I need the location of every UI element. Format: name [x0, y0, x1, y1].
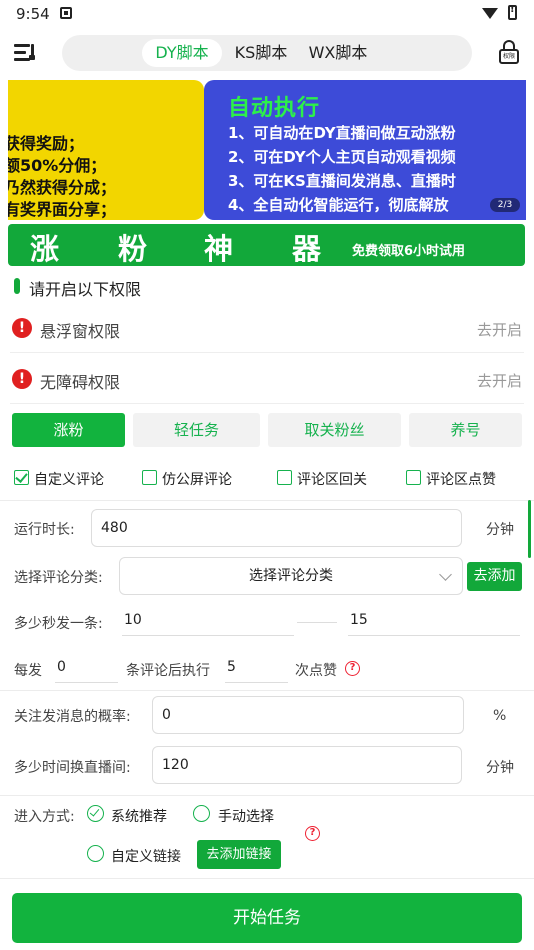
enable-accessibility-link[interactable]: 去开启: [477, 370, 522, 391]
tab-wx-script[interactable]: WX脚本: [298, 39, 378, 67]
radio-label: 手动选择: [218, 809, 274, 825]
follow-probability-input[interactable]: 0: [152, 696, 464, 734]
divider: [0, 878, 534, 879]
runtime-input[interactable]: 480: [91, 509, 462, 547]
mode-tab-unfollow[interactable]: 取关粉丝: [268, 413, 401, 447]
tab-ks-script[interactable]: KS脚本: [224, 39, 298, 67]
tab-dy-script[interactable]: DY脚本: [142, 39, 222, 67]
checkbox-label: 评论区回关: [297, 472, 367, 488]
free-trial-note: 免费领取6小时试用: [352, 244, 466, 259]
switch-room-unit: 分钟: [486, 760, 514, 776]
banner-page-indicator: 2/3: [490, 198, 520, 212]
radio-manual-select[interactable]: [193, 805, 210, 822]
banner-left-panel: 获得奖励； 额50%分佣； 乃然获得分成； 有奖界面分享；: [8, 80, 204, 220]
every-count-input[interactable]: 0: [55, 655, 118, 683]
banner-line: 1、可自动在DY直播间做互动涨粉: [228, 124, 456, 142]
radio-label: 自定义链接: [111, 849, 181, 865]
status-bar: 9:54: [0, 0, 534, 28]
checkbox-label: 评论区点赞: [426, 472, 496, 488]
interval-label: 多少秒发一条:: [14, 616, 103, 632]
banner-left-line: 乃然获得分成；: [8, 178, 117, 197]
radio-system-recommend[interactable]: [87, 805, 104, 822]
warning-icon: !: [12, 369, 32, 389]
add-category-button[interactable]: 去添加: [467, 562, 522, 591]
interval-min-input[interactable]: 10: [122, 608, 294, 636]
permission-row-accessibility[interactable]: ! 无障碍权限 去开启: [10, 354, 524, 404]
after-comments-label: 条评论后执行: [126, 663, 210, 679]
divider: [0, 795, 534, 796]
comment-category-label: 选择评论分类:: [14, 570, 103, 586]
follow-probability-label: 关注发消息的概率:: [14, 709, 131, 725]
status-time: 9:54: [16, 5, 50, 23]
switch-room-input[interactable]: 120: [152, 746, 462, 784]
divider: [0, 690, 534, 691]
checkbox-comment-like[interactable]: [406, 470, 421, 485]
warning-icon: !: [12, 318, 32, 338]
comment-category-select[interactable]: 选择评论分类: [119, 557, 463, 595]
grow-fans-banner[interactable]: 涨 粉 神 器 免费领取6小时试用: [8, 224, 525, 266]
runtime-label: 运行时长:: [14, 522, 75, 538]
follow-probability-unit: %: [493, 708, 507, 724]
notification-icon: [60, 7, 72, 19]
wifi-icon: [482, 8, 498, 19]
start-task-button[interactable]: 开始任务: [12, 893, 522, 943]
mode-tab-nurture-account[interactable]: 养号: [409, 413, 522, 447]
checkbox-label: 自定义评论: [34, 472, 104, 488]
interval-max-input[interactable]: 15: [348, 608, 520, 636]
banner-line: 2、可在DY个人主页自动观看视频: [228, 148, 456, 166]
top-bar: DY脚本 KS脚本 WX脚本 权限: [0, 34, 534, 74]
entry-mode-label: 进入方式:: [14, 809, 75, 825]
battery-icon: [508, 4, 517, 20]
range-separator: [297, 622, 337, 623]
switch-room-label: 多少时间换直播间:: [14, 760, 131, 776]
grow-banner-char: 器: [292, 232, 322, 266]
banner-line: 3、可在KS直播间发消息、直播时: [228, 172, 456, 190]
banner-left-line: 有奖界面分享；: [8, 200, 117, 219]
scroll-indicator[interactable]: [528, 500, 531, 558]
banner-line: 4、全自动化智能运行，彻底解放: [228, 196, 449, 214]
permission-row-overlay[interactable]: ! 悬浮窗权限 去开启: [10, 303, 524, 353]
divider: [0, 500, 534, 501]
banner-title: 自动执行: [228, 96, 321, 121]
permission-label: 无障碍权限: [40, 373, 121, 392]
banner-left-line: 额50%分佣；: [8, 156, 107, 175]
permission-label: 悬浮窗权限: [40, 322, 121, 341]
help-icon[interactable]: ?: [305, 826, 320, 841]
banner-right-panel: 自动执行 1、可自动在DY直播间做互动涨粉 2、可在DY个人主页自动观看视频 3…: [204, 80, 526, 220]
checkbox-label: 仿公屏评论: [162, 472, 232, 488]
enable-overlay-link[interactable]: 去开启: [477, 319, 522, 340]
menu-sort-icon[interactable]: [14, 42, 36, 62]
radio-label: 系统推荐: [111, 809, 167, 825]
mode-tab-grow-fans[interactable]: 涨粉: [12, 413, 125, 447]
grow-banner-char: 涨: [30, 232, 60, 266]
add-link-button[interactable]: 去添加链接: [197, 840, 281, 869]
grow-banner-char: 神: [204, 232, 234, 266]
every-label: 每发: [14, 663, 42, 679]
script-tabs: DY脚本 KS脚本 WX脚本: [62, 35, 472, 71]
runtime-unit: 分钟: [486, 522, 514, 538]
grow-banner-char: 粉: [118, 232, 148, 266]
permission-lock-icon[interactable]: 权限: [498, 40, 520, 66]
comment-category-value: 选择评论分类: [249, 568, 333, 584]
checkbox-comment-follow-back[interactable]: [277, 470, 292, 485]
like-count-input[interactable]: 5: [225, 655, 288, 683]
help-icon[interactable]: ?: [345, 661, 360, 676]
radio-custom-link[interactable]: [87, 845, 104, 862]
checkbox-imitate-screen-comment[interactable]: [142, 470, 157, 485]
checkbox-custom-comment[interactable]: [14, 470, 29, 485]
banner-left-line: 获得奖励；: [8, 134, 85, 153]
like-times-label: 次点赞: [295, 663, 337, 679]
mode-tab-light-task[interactable]: 轻任务: [133, 413, 260, 447]
promo-banner[interactable]: 获得奖励； 额50%分佣； 乃然获得分成； 有奖界面分享； 自动执行 1、可自动…: [8, 80, 526, 220]
